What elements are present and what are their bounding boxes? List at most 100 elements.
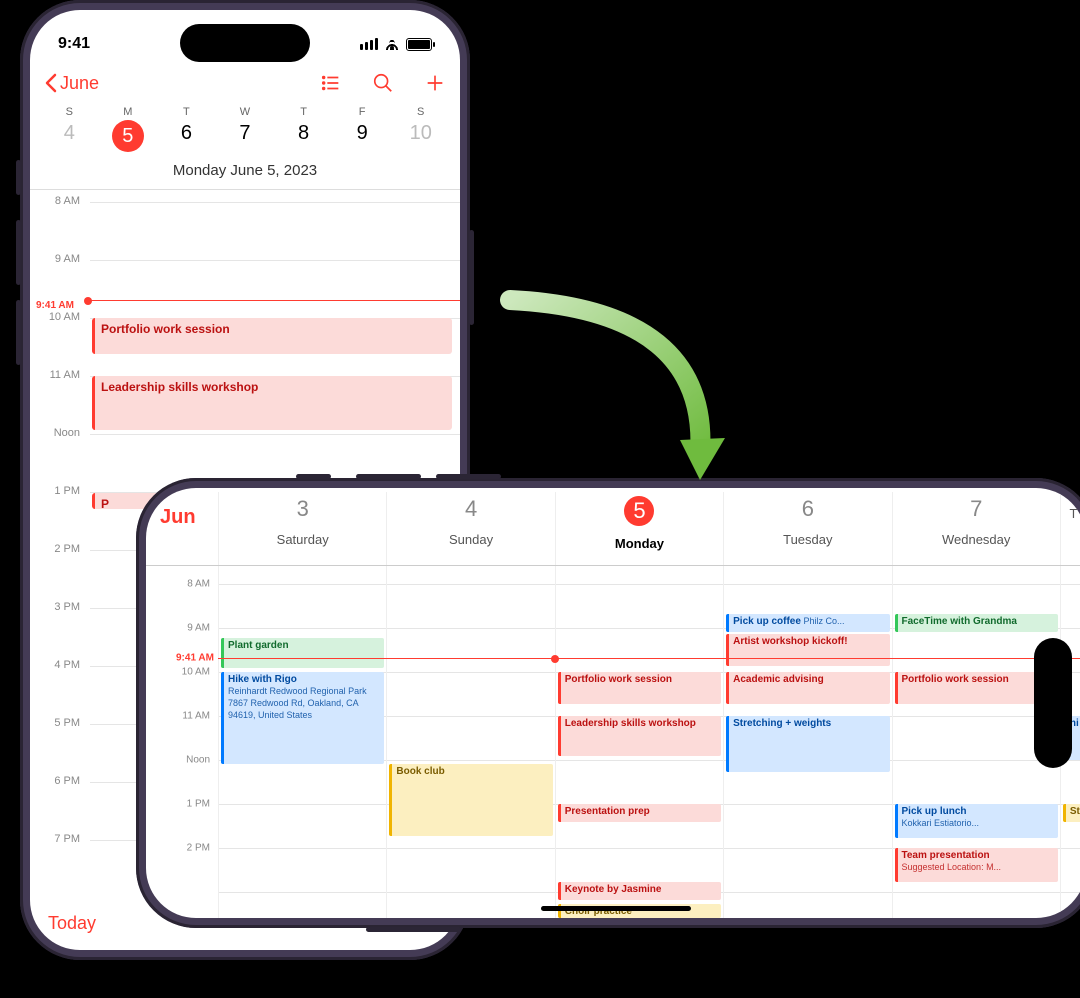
hour-label: 2 PM (187, 843, 210, 854)
search-icon[interactable] (372, 72, 394, 94)
calendar-event[interactable]: Pick up coffee Philz Co... (726, 614, 889, 632)
home-indicator[interactable] (541, 906, 691, 911)
day-column[interactable]: Book club (386, 566, 554, 918)
week-day-cell[interactable]: S 10 (391, 106, 450, 152)
power-button (469, 230, 474, 325)
list-icon[interactable] (320, 72, 342, 94)
volume-button (16, 220, 21, 285)
volume-button (16, 160, 21, 195)
dow-label: S (391, 106, 450, 118)
today-button[interactable]: Today (48, 913, 96, 934)
event-title: Pick up coffee (733, 616, 801, 627)
event-title: Portfolio work session (902, 674, 1009, 685)
nav-bar: June (30, 64, 460, 100)
hour-label: 9 AM (187, 623, 210, 634)
event-subtitle: Reinhardt Redwood Regional Park 7867 Red… (228, 686, 367, 720)
event-title: Artist workshop kickoff! (733, 636, 847, 647)
calendar-event[interactable]: Stretching + weights (726, 716, 889, 772)
calendar-event[interactable]: Plant garden (221, 638, 384, 668)
day-column-header[interactable]: T (1060, 492, 1080, 565)
event-title: Keynote by Jasmine (565, 884, 662, 895)
event-title: FaceTime with Grandma (902, 616, 1017, 627)
hour-label: 3 PM (32, 601, 80, 613)
week-day-cell[interactable]: F9 (333, 106, 392, 152)
event-title: Plant garden (228, 640, 289, 651)
calendar-event[interactable]: Pick up lunchKokkari Estiatorio... (895, 804, 1058, 838)
dow-label: T (274, 106, 333, 118)
calendar-event[interactable]: Book club (389, 764, 552, 836)
calendar-event[interactable]: Student (1063, 804, 1080, 822)
volume-button (16, 300, 21, 365)
event-title: Student (1070, 806, 1080, 817)
day-name: T (1061, 506, 1080, 521)
hour-label: 11 AM (32, 369, 80, 381)
add-icon[interactable] (424, 72, 446, 94)
day-column-header[interactable]: 5Monday (555, 492, 723, 565)
month-label[interactable]: Jun (146, 492, 218, 565)
day-column-header[interactable]: 3Saturday (218, 492, 386, 565)
calendar-event[interactable]: Portfolio work session (558, 672, 721, 704)
cellular-icon (360, 38, 378, 50)
status-time: 9:41 (58, 35, 90, 53)
hour-label: 11 AM (182, 711, 210, 722)
date-label: Monday June 5, 2023 (30, 156, 460, 190)
volume-button (296, 474, 331, 479)
hour-label: 2 PM (32, 543, 80, 555)
hour-label: 7 PM (32, 833, 80, 845)
day-number: 9 (333, 122, 392, 145)
event-title: Hike with Rigo (228, 674, 297, 685)
calendar-event[interactable]: Hike with RigoReinhardt Redwood Regional… (221, 672, 384, 764)
week-day-cell[interactable]: T6 (157, 106, 216, 152)
volume-button (436, 474, 501, 479)
time-column: 8 AM9 AM10 AM11 AMNoon1 PM2 PM9:41 AM (146, 566, 218, 918)
week-header: S4M5T6W7T8F9S10 (30, 100, 460, 156)
week-day-cell[interactable]: T8 (274, 106, 333, 152)
hour-label: 6 PM (32, 775, 80, 787)
day-column[interactable]: Plant garden Hike with RigoReinhardt Redw… (218, 566, 386, 918)
now-label: 9:41 AM (174, 653, 216, 664)
event-title: Leadership skills workshop (565, 718, 696, 729)
calendar-event[interactable]: Academic advising (726, 672, 889, 704)
calendar-event[interactable]: Leadership skills workshop (92, 376, 452, 430)
day-column-header[interactable]: 6Tuesday (723, 492, 891, 565)
landscape-screen: Jun 3Saturday4Sunday5Monday6Tuesday7Wedn… (146, 488, 1080, 918)
day-column[interactable]: Pick up coffee Philz Co... Artist worksho… (723, 566, 891, 918)
day-number: 7 (216, 122, 275, 145)
event-title: Portfolio work session (101, 322, 446, 336)
week-day-cell[interactable]: S4 (40, 106, 99, 152)
day-name: Monday (556, 536, 723, 551)
battery-icon (406, 38, 432, 51)
day-column-header[interactable]: 4Sunday (386, 492, 554, 565)
event-title: Pick up lunch (902, 806, 967, 817)
event-subtitle: Kokkari Estiatorio... (902, 818, 980, 828)
calendar-event[interactable]: Portfolio work session (92, 318, 452, 354)
hour-label: 10 AM (182, 667, 210, 678)
dynamic-island (1034, 638, 1072, 768)
day-name: Saturday (219, 532, 386, 547)
dow-label: T (157, 106, 216, 118)
calendar-event[interactable]: Artist workshop kickoff! (726, 634, 889, 666)
event-subtitle: Suggested Location: M... (902, 862, 1002, 872)
wifi-icon (384, 38, 400, 50)
week-day-cell[interactable]: W7 (216, 106, 275, 152)
back-button[interactable]: June (44, 73, 99, 94)
calendar-event[interactable]: FaceTime with Grandma (895, 614, 1058, 632)
days-area: Plant garden Hike with RigoReinhardt Redw… (218, 566, 1080, 918)
day-number: 10 (391, 122, 450, 145)
day-column-header[interactable]: 7Wednesday (892, 492, 1060, 565)
week-grid[interactable]: 8 AM9 AM10 AM11 AMNoon1 PM2 PM9:41 AM Pl… (146, 566, 1080, 918)
calendar-event[interactable]: Presentation prep (558, 804, 721, 822)
calendar-event[interactable]: Keynote by Jasmine (558, 882, 721, 900)
week-day-cell[interactable]: M5 (99, 106, 158, 152)
day-column[interactable]: Portfolio work session Leadership skills … (555, 566, 723, 918)
calendar-event[interactable]: Team presentationSuggested Location: M..… (895, 848, 1058, 882)
hour-label: Noon (186, 755, 210, 766)
dow-label: F (333, 106, 392, 118)
day-number: 6 (157, 122, 216, 145)
hour-label: 9 AM (32, 253, 80, 265)
dynamic-island (180, 24, 310, 62)
week-view-header: Jun 3Saturday4Sunday5Monday6Tuesday7Wedn… (146, 488, 1080, 566)
volume-button (356, 474, 421, 479)
calendar-event[interactable]: Leadership skills workshop (558, 716, 721, 756)
hour-label: Noon (32, 427, 80, 439)
